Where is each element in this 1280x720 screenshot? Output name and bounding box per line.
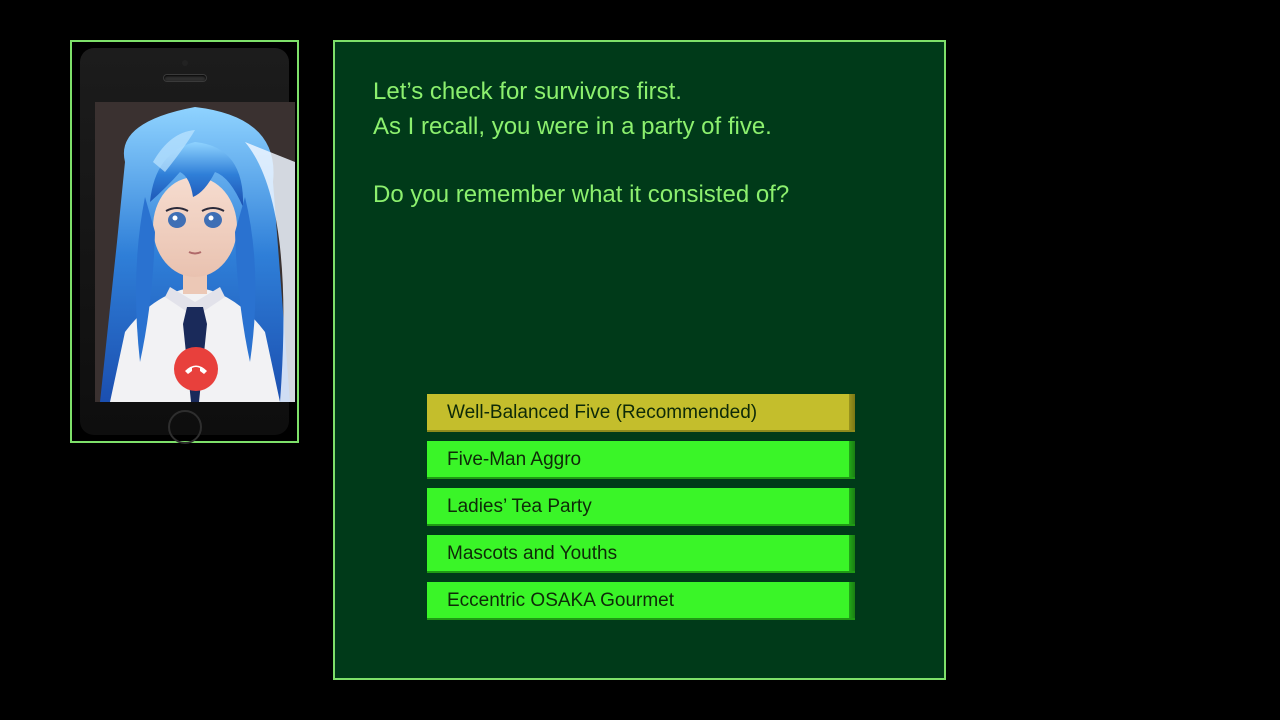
home-button[interactable] [167,410,202,444]
dialogue-text: Let’s check for survivors first. As I re… [373,74,914,212]
end-call-button[interactable] [174,347,218,391]
phone-body [80,48,295,444]
choice-eccentric-osaka-gourmet[interactable]: Eccentric OSAKA Gourmet [427,582,855,620]
phone-camera [181,60,188,66]
phone-speaker [163,75,206,81]
dialogue-spacer [373,144,914,177]
phone-frame [70,40,299,444]
dialogue-panel: Let’s check for survivors first. As I re… [333,40,946,680]
dialogue-line-2: As I recall, you were in a party of five… [373,113,772,140]
dialogue-line-3: Do you remember what it consisted of? [373,181,790,208]
choice-five-man-aggro[interactable]: Five-Man Aggro [427,441,855,479]
choice-ladies-tea-party[interactable]: Ladies’ Tea Party [427,488,855,526]
phone-hangup-icon [185,365,207,374]
choice-list: Well-Balanced Five (Recommended) Five-Ma… [427,394,855,629]
choice-well-balanced-five[interactable]: Well-Balanced Five (Recommended) [427,394,855,432]
caller-portrait [95,102,295,402]
dialogue-line-1: Let’s check for survivors first. [373,78,682,105]
choice-mascots-and-youths[interactable]: Mascots and Youths [427,535,855,573]
